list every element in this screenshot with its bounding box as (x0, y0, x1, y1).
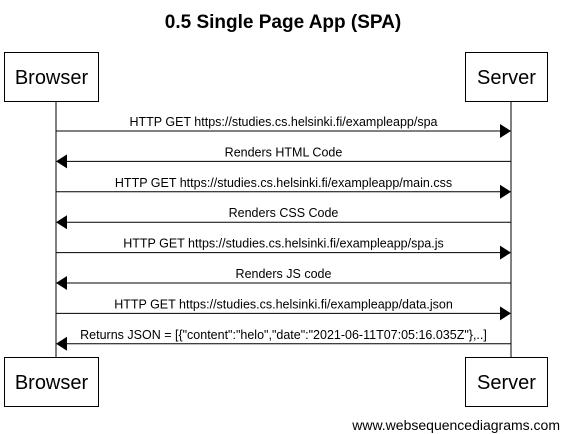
arrowhead-icon (56, 154, 67, 169)
message-4: Renders CSS Code (56, 206, 511, 230)
server-label: Server (477, 67, 536, 89)
arrowhead-icon (500, 124, 511, 138)
message-2: Renders HTML Code (56, 145, 511, 169)
browser-label: Browser (15, 372, 89, 394)
arrowhead-icon (56, 215, 67, 230)
message-label: Returns JSON = [{"content":"helo","date"… (80, 328, 487, 342)
server-label: Server (477, 372, 536, 394)
server-participant-bottom: Server (465, 357, 548, 407)
diagram-title: 0.5 Single Page App (SPA) (165, 12, 402, 33)
arrowhead-icon (500, 306, 511, 321)
sequence-diagram: 0.5 Single Page App (SPA) Browser Server… (4, 12, 560, 433)
message-1: HTTP GET https://studies.cs.helsinki.fi/… (56, 115, 511, 138)
arrowhead-icon (56, 276, 67, 290)
browser-participant-top: Browser (4, 52, 99, 102)
arrowhead-icon (500, 245, 511, 260)
watermark: www.websequencediagrams.com (351, 417, 560, 433)
message-label: HTTP GET https://studies.cs.helsinki.fi/… (114, 297, 453, 311)
message-3: HTTP GET https://studies.cs.helsinki.fi/… (56, 176, 511, 199)
message-8: Returns JSON = [{"content":"helo","date"… (56, 328, 511, 351)
messages: HTTP GET https://studies.cs.helsinki.fi/… (56, 115, 511, 351)
message-label: HTTP GET https://studies.cs.helsinki.fi/… (129, 115, 437, 129)
message-label: HTTP GET https://studies.cs.helsinki.fi/… (123, 237, 444, 251)
message-7: HTTP GET https://studies.cs.helsinki.fi/… (56, 297, 511, 321)
message-label: Renders JS code (236, 267, 332, 281)
message-label: Renders CSS Code (229, 206, 339, 220)
message-6: Renders JS code (56, 267, 511, 290)
arrowhead-icon (56, 336, 67, 351)
browser-participant-bottom: Browser (4, 357, 99, 407)
arrowhead-icon (500, 184, 511, 199)
message-label: HTTP GET https://studies.cs.helsinki.fi/… (115, 176, 452, 190)
message-label: Renders HTML Code (225, 145, 343, 159)
server-participant-top: Server (465, 52, 548, 102)
message-5: HTTP GET https://studies.cs.helsinki.fi/… (56, 237, 511, 260)
browser-label: Browser (15, 67, 89, 89)
